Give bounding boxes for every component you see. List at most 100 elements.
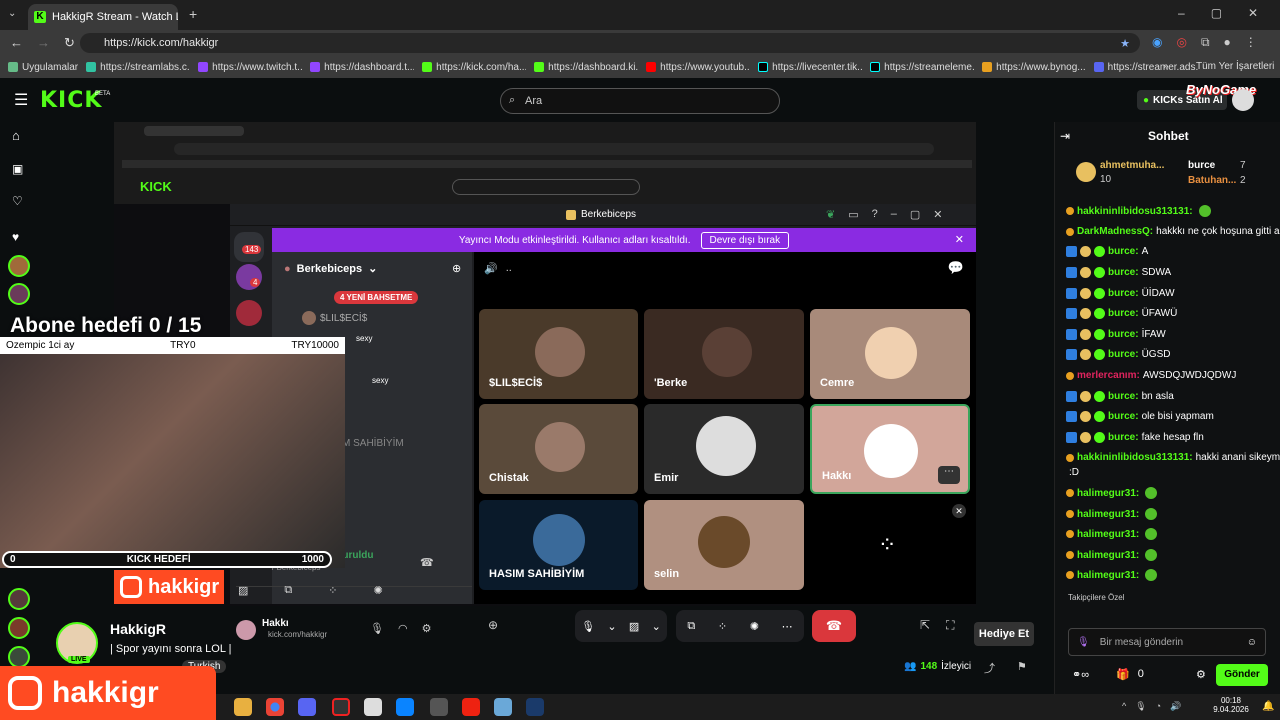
fullscreen-icon[interactable]: ⛶ bbox=[946, 618, 954, 633]
camera-off-icon[interactable]: ▨ bbox=[238, 584, 248, 597]
channel-name[interactable]: HakkigR bbox=[110, 621, 166, 637]
chat-username[interactable]: burce: bbox=[1108, 246, 1139, 257]
chevron-up-icon[interactable]: ^ bbox=[1122, 701, 1126, 712]
mic-tray-icon[interactable]: 🎙 bbox=[1135, 701, 1146, 712]
chat-username[interactable]: hakkininlibidosu313131: bbox=[1077, 452, 1193, 463]
bookmark-4[interactable]: https://kick.com/ha... bbox=[422, 62, 526, 73]
minimize-icon[interactable]: – bbox=[1178, 6, 1185, 20]
following-icon[interactable]: ♡ bbox=[12, 194, 23, 208]
chevron-down-icon[interactable]: ⌄ bbox=[652, 620, 661, 633]
followed-channel-avatar[interactable] bbox=[8, 646, 30, 668]
extension-icon-2[interactable]: ◎ bbox=[1176, 35, 1186, 50]
soundboard-icon[interactable]: ✺ bbox=[750, 620, 759, 633]
chevron-down-icon[interactable]: ⌄ bbox=[607, 620, 616, 633]
reload-icon[interactable]: ↻ bbox=[64, 35, 75, 51]
emote-picker-icon[interactable]: ☺ bbox=[1247, 637, 1257, 648]
activities-icon[interactable]: ⁘ bbox=[328, 584, 337, 597]
participant-tile[interactable]: Chistak bbox=[479, 404, 638, 494]
chat-username[interactable]: burce: bbox=[1108, 308, 1139, 319]
file-explorer-icon[interactable] bbox=[234, 698, 252, 716]
close-tile-icon[interactable]: ✕ bbox=[952, 504, 966, 518]
favorites-heart-icon[interactable]: ♥ bbox=[12, 230, 19, 244]
chat-username[interactable]: DarkMadnessQ: bbox=[1077, 226, 1153, 237]
all-bookmarks[interactable]: Tüm Yer İşaretleri bbox=[1196, 61, 1274, 72]
end-call-button[interactable]: ☎ bbox=[812, 610, 856, 642]
opera-icon[interactable] bbox=[462, 698, 480, 716]
followed-channel-avatar[interactable] bbox=[8, 588, 30, 610]
chat-username[interactable]: halimegur31: bbox=[1077, 550, 1139, 561]
chat-username[interactable]: burce: bbox=[1108, 391, 1139, 402]
discord-icon[interactable] bbox=[298, 698, 316, 716]
followed-channel-avatar[interactable] bbox=[8, 617, 30, 639]
screen-share-icon[interactable]: ⧉ bbox=[687, 620, 695, 633]
search-input[interactable]: ⌕ Ara bbox=[500, 88, 780, 114]
minimize-icon[interactable]: – bbox=[891, 208, 897, 221]
bookmark-5[interactable]: https://dashboard.ki... bbox=[534, 62, 638, 73]
more-icon[interactable]: ⋯ bbox=[782, 620, 793, 633]
followed-channel-avatar[interactable] bbox=[8, 283, 30, 305]
extension-icon[interactable]: ◉ bbox=[1152, 35, 1162, 50]
chat-username[interactable]: burce: bbox=[1108, 267, 1139, 278]
maximize-icon[interactable]: ▢ bbox=[1211, 6, 1222, 20]
bookmark-apps[interactable]: Uygulamalar bbox=[8, 62, 78, 73]
notification-bell-icon[interactable]: 🔔 bbox=[1262, 701, 1274, 712]
collapse-chat-icon[interactable]: ⇥ bbox=[1060, 129, 1070, 143]
microphone-icon[interactable]: 🎙 bbox=[370, 622, 384, 635]
bookmark-3[interactable]: https://dashboard.t... bbox=[310, 62, 414, 73]
disable-streamer-mode-button[interactable]: Devre dışı bırak bbox=[700, 231, 790, 249]
gift-button[interactable]: Hediye Et bbox=[974, 622, 1034, 646]
bookmark-10[interactable]: https://streamer.ads... bbox=[1093, 62, 1198, 73]
url-input[interactable]: https://kick.com/hakkigr ★ bbox=[80, 33, 1140, 53]
chat-username[interactable]: halimegur31: bbox=[1077, 488, 1139, 499]
chat-username[interactable]: burce: bbox=[1108, 411, 1139, 422]
close-banner-icon[interactable]: ✕ bbox=[955, 233, 964, 246]
bookmark-9[interactable]: https://www.bynog... bbox=[982, 62, 1086, 73]
app-icon[interactable] bbox=[494, 698, 512, 716]
send-button[interactable]: Gönder bbox=[1216, 664, 1268, 686]
soundboard-icon[interactable]: ✺ bbox=[373, 584, 382, 597]
participant-tile[interactable]: Emir bbox=[644, 404, 804, 494]
server-header[interactable]: ● Berkebiceps ⌄ bbox=[284, 262, 377, 276]
popout-icon[interactable]: ⇱ bbox=[920, 618, 930, 633]
chat-username[interactable]: burce: bbox=[1108, 432, 1139, 443]
volume-icon[interactable]: 🔊 bbox=[1170, 701, 1181, 712]
participant-tile[interactable]: 'Berke bbox=[644, 309, 804, 399]
participant-tile[interactable]: HASIM SAHİBİYİM bbox=[479, 500, 638, 590]
more-bookmarks-icon[interactable]: » bbox=[1163, 61, 1169, 72]
settings-gear-icon[interactable]: ⚙ bbox=[422, 622, 432, 635]
help-icon[interactable]: ? bbox=[872, 208, 878, 221]
participant-tile[interactable]: $LIL$ECİ$ bbox=[479, 309, 638, 399]
maximize-icon[interactable]: ▢ bbox=[910, 208, 920, 221]
nitro-icon[interactable]: ❦ bbox=[826, 208, 835, 221]
bookmark-7[interactable]: https://livecenter.tik... bbox=[758, 62, 862, 73]
menu-kebab-icon[interactable]: ⋮ bbox=[1245, 35, 1257, 50]
browser-tab[interactable]: K HakkigR Stream - Watch Live o ✕ bbox=[28, 4, 178, 30]
kick-logo[interactable]: KICK bbox=[40, 88, 102, 113]
clock[interactable]: 00:18 9.04.2026 bbox=[1206, 696, 1256, 714]
steam-icon[interactable] bbox=[526, 698, 544, 716]
report-icon[interactable]: ⚑ bbox=[1017, 660, 1027, 676]
chat-username[interactable]: merlercanım: bbox=[1077, 370, 1140, 381]
participant-tile[interactable]: selin bbox=[644, 500, 804, 590]
puzzle-icon[interactable]: ⧉ bbox=[1201, 35, 1210, 50]
app-icon[interactable] bbox=[430, 698, 448, 716]
forward-icon[interactable]: → bbox=[37, 35, 50, 51]
share-icon[interactable]: ⤴ bbox=[984, 660, 995, 676]
tab-list-icon[interactable]: ⌄ bbox=[8, 8, 16, 19]
back-icon[interactable]: ← bbox=[10, 35, 23, 51]
invite-icon[interactable]: ⊕ bbox=[488, 618, 498, 632]
followed-channel-avatar[interactable] bbox=[8, 255, 30, 277]
chat-message-input[interactable]: 🎙 Bir mesaj gönderin ☺ bbox=[1068, 628, 1266, 656]
voice-member-row[interactable]: $LIL$ECİ$ bbox=[302, 311, 367, 325]
self-avatar[interactable] bbox=[236, 620, 256, 640]
bookmark-6[interactable]: https://www.youtub... bbox=[646, 62, 750, 73]
bookmark-2[interactable]: https://www.twitch.t... bbox=[198, 62, 302, 73]
chrome-icon[interactable] bbox=[266, 698, 284, 716]
bookmark-star-icon[interactable]: ★ bbox=[1120, 37, 1130, 50]
screen-share-icon[interactable]: ⧉ bbox=[284, 584, 292, 597]
browse-icon[interactable]: ▣ bbox=[12, 162, 23, 176]
obs-icon[interactable] bbox=[332, 698, 350, 716]
camera-off-icon[interactable]: ▨ bbox=[629, 620, 639, 633]
bookmark-8[interactable]: https://streameleme... bbox=[870, 62, 974, 73]
chat-username[interactable]: burce: bbox=[1108, 349, 1139, 360]
